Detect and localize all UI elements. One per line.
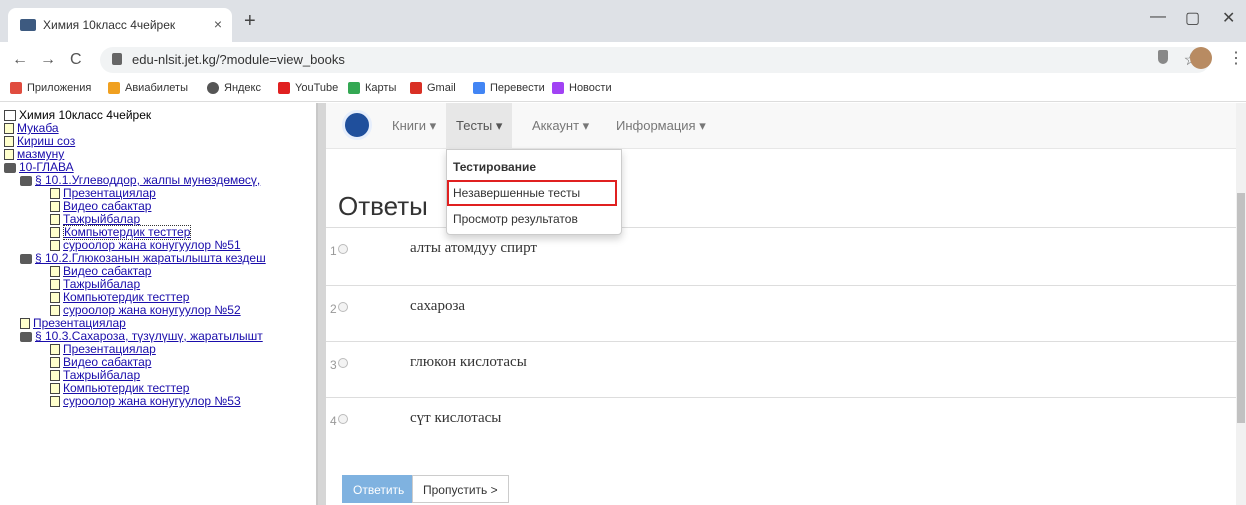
answer-number: 2 (330, 302, 337, 316)
address-toolbar: ← → C edu-nlsit.jet.kg/?module=view_book… (0, 42, 1246, 78)
frame-splitter[interactable] (318, 103, 326, 505)
book-icon (20, 253, 32, 264)
forward-button[interactable]: → (40, 51, 56, 69)
document-icon (20, 318, 30, 329)
bookmarks-bar: Приложения Авиабилеты Яндекс YouTube Кар… (0, 78, 1246, 102)
document-icon (50, 188, 60, 199)
site-logo[interactable] (342, 110, 372, 140)
book-icon (20, 331, 32, 342)
tab-close-icon[interactable]: × (214, 16, 222, 32)
document-icon (50, 396, 60, 407)
answer-option[interactable]: 3 глюкон кислотасы (326, 341, 1242, 397)
menu-books[interactable]: Книги ▾ (392, 118, 436, 134)
document-icon (50, 383, 60, 394)
document-icon (4, 123, 14, 134)
answer-radio[interactable] (338, 244, 348, 254)
answer-text: алты атомдуу спирт (410, 240, 537, 256)
answer-text: глюкон кислотасы (410, 354, 527, 370)
gmail-icon (410, 82, 422, 94)
tree-item[interactable]: суроолор жана конугуулор №53 (4, 395, 266, 408)
url-text[interactable]: edu-nlsit.jet.kg/?module=view_books (132, 52, 345, 67)
document-icon (50, 279, 60, 290)
document-icon (4, 149, 14, 160)
site-navbar: Книги ▾ Тесты ▾ Аккаунт ▾ Информация ▾ (326, 103, 1246, 149)
answer-option[interactable]: 1 алты атомдуу спирт (326, 227, 1242, 283)
bookmark-gmail[interactable]: Gmail (410, 82, 456, 94)
close-window-button[interactable]: ✕ (1222, 8, 1235, 28)
document-icon (50, 292, 60, 303)
book-tree: Химия 10класс 4чейрек Мукаба Кириш соз м… (4, 109, 266, 408)
plane-icon (108, 82, 120, 94)
youtube-icon (278, 82, 290, 94)
answer-option[interactable]: 4 сүт кислотасы (326, 397, 1242, 453)
answer-text: сахароза (410, 298, 466, 314)
bookmark-maps[interactable]: Карты (348, 82, 396, 94)
answer-radio[interactable] (338, 302, 348, 312)
menu-info[interactable]: Информация ▾ (616, 118, 706, 134)
new-tab-button[interactable]: + (244, 10, 256, 33)
minimize-button[interactable]: — (1150, 8, 1166, 26)
menu-tests[interactable]: Тесты ▾ (446, 103, 513, 149)
maps-icon (348, 82, 360, 94)
extension-shield-icon[interactable] (1158, 50, 1168, 64)
document-icon (50, 370, 60, 381)
back-button[interactable]: ← (12, 51, 28, 69)
bookmark-youtube[interactable]: YouTube (278, 82, 338, 94)
page-title: Ответы (338, 191, 428, 221)
answer-text: сүт кислотасы (410, 410, 502, 426)
bookmark-apps[interactable]: Приложения (10, 82, 91, 94)
document-icon (50, 305, 60, 316)
page-scrollbar[interactable] (1236, 103, 1246, 505)
answer-radio[interactable] (338, 414, 348, 424)
book-icon (20, 175, 32, 186)
dropdown-header: Тестирование (453, 160, 537, 174)
tests-dropdown-menu: Тестирование Незавершенные тесты Просмот… (446, 149, 622, 235)
browser-tab[interactable]: Химия 10класс 4чейрек × (8, 8, 232, 42)
menu-item-view-results[interactable]: Просмотр результатов (453, 212, 578, 226)
document-icon (50, 214, 60, 225)
document-icon (50, 201, 60, 212)
apps-icon (10, 82, 22, 94)
bookmark-yandex[interactable]: Яндекс (207, 82, 261, 94)
menu-account[interactable]: Аккаунт ▾ (532, 118, 589, 134)
menu-item-incomplete-tests[interactable]: Незавершенные тесты (453, 186, 580, 200)
tab-favicon-icon (20, 19, 36, 31)
tree-link[interactable]: суроолор жана конугуулор №53 (63, 395, 241, 408)
answer-number: 4 (330, 414, 337, 428)
lock-icon (112, 53, 122, 65)
document-icon (4, 136, 14, 147)
scrollbar-thumb[interactable] (1237, 193, 1245, 423)
answer-option[interactable]: 2 сахароза (326, 285, 1242, 341)
home-icon (4, 110, 16, 121)
answer-number: 3 (330, 358, 337, 372)
reload-button[interactable]: C (70, 51, 82, 69)
omnibox[interactable]: edu-nlsit.jet.kg/?module=view_books ☆ (100, 47, 1210, 73)
translate-icon (473, 82, 485, 94)
profile-avatar[interactable] (1190, 47, 1212, 69)
restore-button[interactable]: ▢ (1185, 8, 1200, 28)
browser-menu-icon[interactable]: ⋮ (1228, 48, 1244, 68)
bookmark-translate[interactable]: Перевести (473, 82, 545, 94)
tab-strip: Химия 10класс 4чейрек × + — ▢ ✕ (0, 0, 1246, 42)
answer-radio[interactable] (338, 358, 348, 368)
book-tree-panel: Химия 10класс 4чейрек Мукаба Кириш соз м… (0, 103, 318, 505)
news-icon (552, 82, 564, 94)
tab-title: Химия 10класс 4чейрек (43, 18, 176, 32)
yandex-icon (207, 82, 219, 94)
document-icon (50, 344, 60, 355)
document-icon (50, 227, 60, 238)
bookmark-news[interactable]: Новости (552, 82, 612, 94)
book-icon (4, 162, 16, 173)
document-icon (50, 266, 60, 277)
document-icon (50, 240, 60, 251)
skip-button[interactable]: Пропустить > (412, 475, 509, 503)
answer-number: 1 (330, 244, 337, 258)
bookmark-flights[interactable]: Авиабилеты (108, 82, 188, 94)
main-content: Книги ▾ Тесты ▾ Аккаунт ▾ Информация ▾ О… (326, 103, 1246, 505)
answer-button[interactable]: Ответить (342, 475, 416, 503)
document-icon (50, 357, 60, 368)
